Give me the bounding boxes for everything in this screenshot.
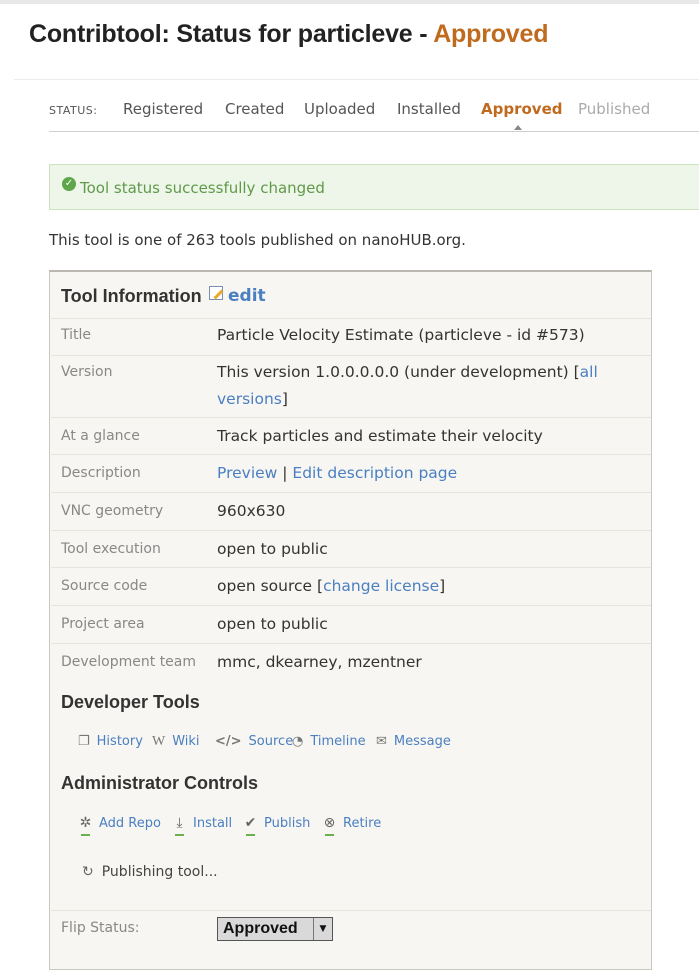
- install-button[interactable]: ⤓ Install: [172, 815, 233, 836]
- admin-label: Retire: [343, 816, 382, 831]
- tool-label: History: [96, 734, 143, 749]
- source-link[interactable]: </> Source: [215, 734, 293, 749]
- edit-icon[interactable]: [209, 286, 223, 300]
- success-message: Tool status successfully changed: [80, 179, 325, 197]
- developer-tools-heading: Developer Tools: [61, 692, 200, 712]
- status-label: STATUS:: [49, 104, 98, 117]
- admin-label: Publish: [264, 816, 311, 831]
- status-steps: STATUS: Registered Created Uploaded Inst…: [49, 94, 699, 132]
- bracket-close: ]: [281, 390, 288, 408]
- edit-link[interactable]: edit: [228, 286, 266, 306]
- envelope-icon: ✉: [376, 734, 387, 749]
- history-link[interactable]: ❐ History: [78, 734, 143, 749]
- row-vnc-geometry: VNC geometry 960x630: [51, 492, 651, 531]
- row-at-a-glance: At a glance Track particles and estimate…: [51, 417, 651, 455]
- row-development-team: Development team mmc, dkearney, mzentner: [51, 643, 651, 681]
- separator: |: [277, 464, 293, 482]
- row-label: Version: [61, 364, 113, 380]
- history-icon: ❐: [78, 734, 90, 749]
- row-label: Description: [61, 465, 141, 481]
- step-approved[interactable]: Approved: [481, 100, 562, 118]
- step-installed[interactable]: Installed: [397, 100, 461, 118]
- row-label: At a glance: [61, 428, 140, 444]
- page-title-text: Contribtool: Status for particleve -: [29, 20, 434, 48]
- wiki-icon: W: [152, 734, 166, 749]
- tool-label: Source: [248, 734, 294, 749]
- clock-icon: ◔: [292, 734, 304, 749]
- source-code-icon: </>: [215, 734, 242, 749]
- row-tool-execution: Tool execution open to public: [51, 530, 651, 568]
- step-created[interactable]: Created: [225, 100, 284, 118]
- tool-count-intro: This tool is one of 263 tools published …: [49, 231, 466, 249]
- tool-label: Timeline: [310, 734, 366, 749]
- row-value: open to public: [217, 615, 328, 633]
- row-source-code: Source code open source [change license]: [51, 567, 651, 606]
- tool-label: Wiki: [172, 734, 200, 749]
- publishing-status: ↻ Publishing tool...: [82, 864, 218, 880]
- admin-label: Install: [193, 816, 233, 831]
- timeline-link[interactable]: ◔ Timeline: [292, 734, 366, 749]
- download-icon: ⤓: [172, 815, 187, 836]
- row-version: Version This version 1.0.0.0.0.0 (under …: [51, 355, 651, 418]
- row-label: Development team: [61, 654, 197, 670]
- bracket-close: ]: [439, 577, 446, 595]
- success-notice: ✓ Tool status successfully changed: [49, 164, 699, 210]
- checkmark-icon: ✔: [244, 815, 257, 836]
- admin-controls-heading: Administrator Controls: [61, 773, 259, 793]
- header-divider: [14, 79, 699, 80]
- checkmark-circle-icon: ✓: [62, 177, 76, 191]
- step-registered[interactable]: Registered: [123, 100, 203, 118]
- tool-info-panel: Tool Information edit Title Particle Vel…: [49, 270, 652, 970]
- page-title: Contribtool: Status for particleve - App…: [29, 20, 548, 49]
- flip-status-select[interactable]: Approved ▼: [217, 917, 333, 941]
- flip-status-row: Flip Status: Approved ▼: [51, 910, 651, 971]
- step-uploaded[interactable]: Uploaded: [304, 100, 375, 118]
- row-value: Particle Velocity Estimate (particleve -…: [217, 326, 585, 344]
- publish-button[interactable]: ✔ Publish: [243, 815, 311, 836]
- step-published[interactable]: Published: [578, 100, 650, 118]
- row-value: open source [change license]: [217, 573, 617, 600]
- dropdown-arrow-icon: ▼: [313, 918, 332, 940]
- gear-icon: ✲: [79, 815, 92, 836]
- wiki-link[interactable]: W Wiki: [152, 734, 200, 750]
- row-value: open to public: [217, 540, 328, 558]
- tool-info-heading: Tool Information: [61, 286, 202, 306]
- row-value: Track particles and estimate their veloc…: [217, 427, 543, 445]
- row-project-area: Project area open to public: [51, 605, 651, 644]
- source-text: open source [: [217, 577, 324, 595]
- flip-status-value: Approved: [223, 920, 298, 937]
- edit-description-link[interactable]: Edit description page: [292, 464, 457, 482]
- flip-status-label: Flip Status:: [61, 920, 140, 936]
- retire-button[interactable]: ⊗ Retire: [322, 815, 382, 836]
- add-repo-button[interactable]: ✲ Add Repo: [78, 815, 161, 836]
- x-circle-icon: ⊗: [323, 815, 336, 836]
- row-label: Tool execution: [61, 541, 161, 557]
- row-label: Source code: [61, 578, 148, 594]
- page-title-status: Approved: [433, 20, 549, 48]
- top-border: [0, 0, 699, 4]
- row-label: Title: [61, 327, 92, 343]
- row-title: Title Particle Velocity Estimate (partic…: [51, 318, 651, 356]
- row-label: VNC geometry: [61, 503, 164, 519]
- publishing-text: Publishing tool...: [101, 864, 218, 880]
- row-value: Preview | Edit description page: [217, 460, 617, 487]
- version-text: This version 1.0.0.0.0.0 (under developm…: [217, 363, 580, 381]
- refresh-icon: ↻: [82, 864, 94, 880]
- change-license-link[interactable]: change license: [323, 577, 439, 595]
- row-description: Description Preview | Edit description p…: [51, 454, 651, 493]
- row-value: 960x630: [217, 502, 286, 520]
- admin-label: Add Repo: [99, 816, 161, 831]
- tool-label: Message: [393, 734, 451, 749]
- message-link[interactable]: ✉ Message: [376, 734, 451, 749]
- row-label: Project area: [61, 616, 145, 632]
- row-value: mmc, dkearney, mzentner: [217, 653, 422, 671]
- row-value: This version 1.0.0.0.0.0 (under developm…: [217, 359, 617, 413]
- active-step-caret-icon: [514, 125, 522, 130]
- preview-link[interactable]: Preview: [217, 464, 277, 482]
